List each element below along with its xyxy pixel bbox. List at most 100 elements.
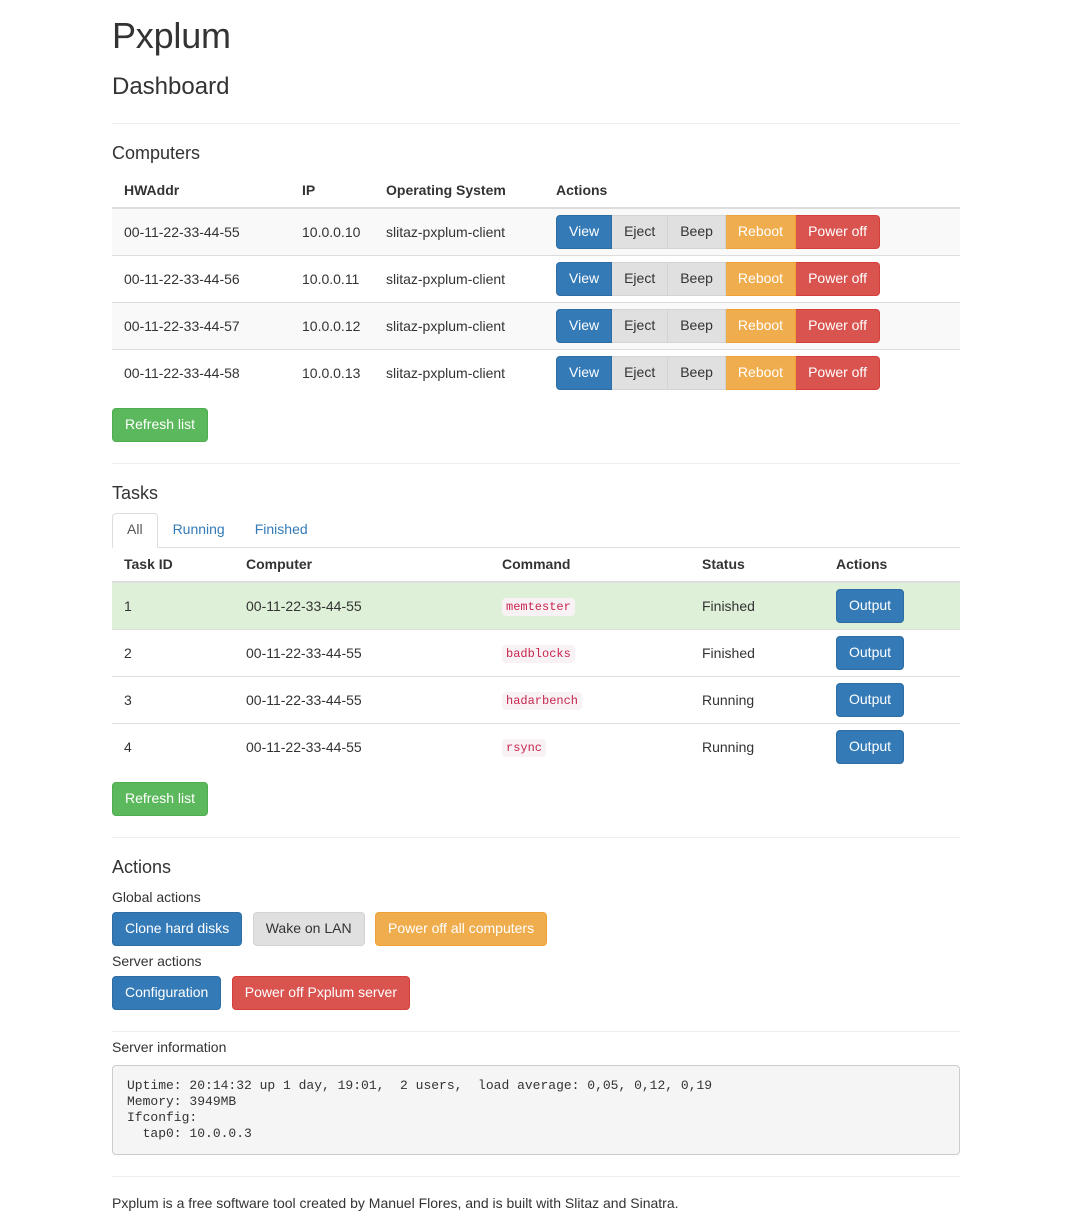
- cell-os: slitaz-pxplum-client: [374, 301, 544, 350]
- eject-button[interactable]: Eject: [612, 308, 669, 343]
- eject-button[interactable]: Eject: [612, 355, 669, 390]
- eject-button[interactable]: Eject: [612, 215, 669, 249]
- clone-hard-disks-button[interactable]: Clone hard disks: [112, 911, 243, 946]
- col-header-command: Command: [490, 547, 690, 583]
- server-information-divider: [112, 1175, 960, 1177]
- power-off-all-computers-button[interactable]: Power off all computers: [375, 911, 548, 946]
- computers-header-row: HWAddr IP Operating System Actions: [112, 174, 960, 209]
- eject-button[interactable]: Eject: [612, 261, 669, 296]
- view-button[interactable]: View: [556, 215, 613, 249]
- tasks-header-row: Task ID Computer Command Status Actions: [112, 547, 960, 583]
- tasks-table: Task ID Computer Command Status Actions …: [112, 547, 960, 770]
- cell-status: Running: [690, 722, 824, 770]
- cell-actions: View Eject Beep Reboot Power off: [544, 207, 960, 256]
- view-button[interactable]: View: [556, 355, 613, 390]
- cell-computer: 00-11-22-33-44-55: [234, 722, 490, 770]
- col-header-ip: IP: [290, 174, 374, 209]
- table-row: 00-11-22-33-44-57 10.0.0.12 slitaz-pxplu…: [112, 301, 960, 350]
- cell-ip: 10.0.0.12: [290, 301, 374, 350]
- server-information-output: Uptime: 20:14:32 up 1 day, 19:01, 2 user…: [112, 1064, 960, 1155]
- computers-table: HWAddr IP Operating System Actions 00-11…: [112, 174, 960, 396]
- app-title: Pxplum: [112, 15, 231, 56]
- cell-task-actions: Output: [824, 628, 960, 677]
- cell-command: rsync: [490, 722, 690, 770]
- col-header-actions: Actions: [544, 174, 960, 209]
- reboot-button[interactable]: Reboot: [725, 308, 797, 343]
- configuration-button[interactable]: Configuration: [112, 975, 222, 1010]
- col-header-os: Operating System: [374, 174, 544, 209]
- beep-button[interactable]: Beep: [668, 215, 726, 249]
- cell-ip: 10.0.0.10: [290, 207, 374, 256]
- beep-button[interactable]: Beep: [668, 308, 726, 343]
- command-code: badblocks: [502, 645, 575, 664]
- cell-status: Finished: [690, 581, 824, 630]
- cell-hwaddr: 00-11-22-33-44-55: [112, 207, 290, 256]
- tab-finished[interactable]: Finished: [240, 513, 323, 548]
- view-button[interactable]: View: [556, 308, 613, 343]
- cell-ip: 10.0.0.13: [290, 348, 374, 396]
- output-button[interactable]: Output: [836, 588, 905, 623]
- cell-computer: 00-11-22-33-44-55: [234, 628, 490, 677]
- cell-status: Running: [690, 675, 824, 724]
- refresh-tasks-button[interactable]: Refresh list: [112, 781, 209, 816]
- cell-actions: View Eject Beep Reboot Power off: [544, 301, 960, 350]
- command-code: memtester: [502, 598, 575, 617]
- cell-computer: 00-11-22-33-44-55: [234, 675, 490, 724]
- tasks-heading: Tasks: [112, 482, 159, 503]
- cell-task-actions: Output: [824, 675, 960, 724]
- page-title: Dashboard: [112, 73, 230, 100]
- reboot-button[interactable]: Reboot: [725, 355, 797, 390]
- cell-hwaddr: 00-11-22-33-44-57: [112, 301, 290, 350]
- cell-task-id: 2: [112, 628, 234, 677]
- cell-command: badblocks: [490, 628, 690, 677]
- cell-task-actions: Output: [824, 581, 960, 630]
- cell-ip: 10.0.0.11: [290, 254, 374, 303]
- global-actions-label: Global actions: [112, 888, 201, 905]
- cell-os: slitaz-pxplum-client: [374, 254, 544, 303]
- table-row: 4 00-11-22-33-44-55 rsync Running Output: [112, 722, 960, 770]
- power-off-button[interactable]: Power off: [796, 355, 880, 390]
- computers-refresh-row: Refresh list: [112, 407, 960, 442]
- tasks-divider: [112, 836, 960, 838]
- actions-divider: [112, 1030, 960, 1032]
- server-actions-label: Server actions: [112, 952, 202, 969]
- computer-action-group: View Eject Beep Reboot Power off: [556, 261, 880, 296]
- table-row: 2 00-11-22-33-44-55 badblocks Finished O…: [112, 628, 960, 677]
- refresh-computers-button[interactable]: Refresh list: [112, 407, 209, 442]
- server-information-heading: Server information: [112, 1038, 227, 1055]
- beep-button[interactable]: Beep: [668, 355, 726, 390]
- footer-text: Pxplum is a free software tool created b…: [112, 1194, 679, 1211]
- cell-hwaddr: 00-11-22-33-44-56: [112, 254, 290, 303]
- col-header-hwaddr: HWAddr: [112, 174, 290, 209]
- view-button[interactable]: View: [556, 261, 613, 296]
- wake-on-lan-button[interactable]: Wake on LAN: [252, 911, 365, 946]
- power-off-button[interactable]: Power off: [796, 308, 880, 343]
- reboot-button[interactable]: Reboot: [725, 261, 797, 296]
- cell-command: memtester: [490, 581, 690, 630]
- beep-button[interactable]: Beep: [668, 261, 726, 296]
- computers-heading: Computers: [112, 143, 201, 163]
- output-button[interactable]: Output: [836, 635, 905, 670]
- table-row: 3 00-11-22-33-44-55 hadarbench Running O…: [112, 675, 960, 724]
- reboot-button[interactable]: Reboot: [725, 215, 797, 249]
- output-button[interactable]: Output: [836, 729, 905, 764]
- table-row: 00-11-22-33-44-58 10.0.0.13 slitaz-pxplu…: [112, 348, 960, 396]
- cell-computer: 00-11-22-33-44-55: [234, 581, 490, 630]
- power-off-button[interactable]: Power off: [796, 261, 880, 296]
- output-button[interactable]: Output: [836, 682, 905, 717]
- table-row: 00-11-22-33-44-56 10.0.0.11 slitaz-pxplu…: [112, 254, 960, 303]
- cell-actions: View Eject Beep Reboot Power off: [544, 254, 960, 303]
- cell-actions: View Eject Beep Reboot Power off: [544, 348, 960, 396]
- computer-action-group: View Eject Beep Reboot Power off: [556, 355, 880, 390]
- cell-hwaddr: 00-11-22-33-44-58: [112, 348, 290, 396]
- tab-all[interactable]: All: [112, 512, 158, 548]
- server-actions-group: Configuration Power off Pxplum server: [112, 975, 960, 1010]
- command-code: hadarbench: [502, 692, 583, 711]
- power-off-button[interactable]: Power off: [796, 215, 880, 249]
- power-off-pxplum-server-button[interactable]: Power off Pxplum server: [231, 975, 410, 1010]
- cell-task-actions: Output: [824, 722, 960, 770]
- tab-running[interactable]: Running: [158, 513, 240, 548]
- tasks-tabs: All Running Finished: [112, 512, 960, 548]
- computers-table-body: 00-11-22-33-44-55 10.0.0.10 slitaz-pxplu…: [112, 207, 960, 396]
- tasks-table-head: Task ID Computer Command Status Actions: [112, 547, 960, 583]
